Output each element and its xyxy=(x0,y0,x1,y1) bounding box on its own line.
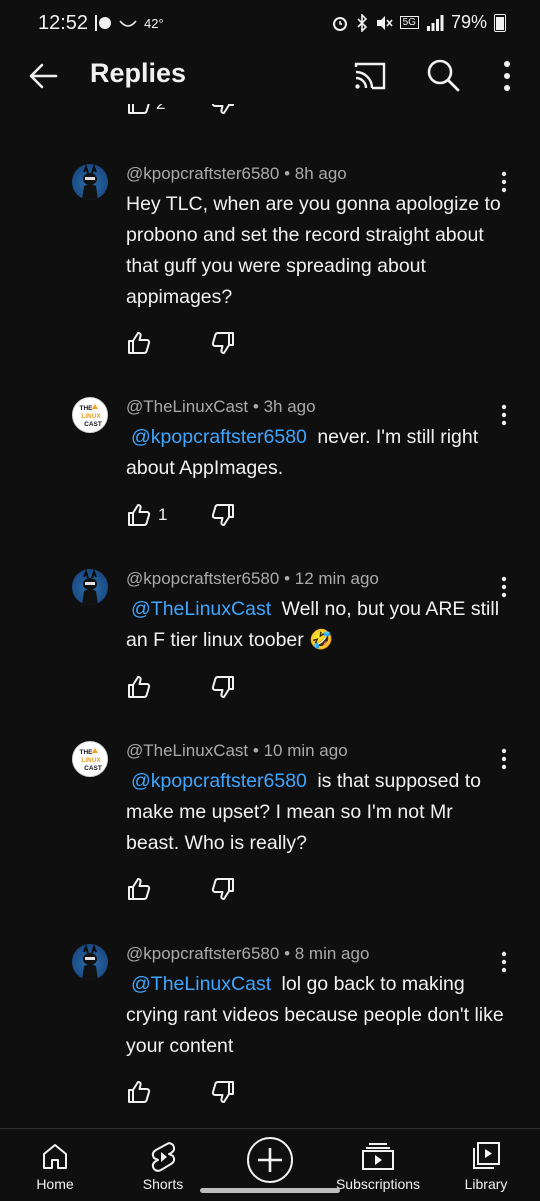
logo-text-cast: CAST xyxy=(84,421,102,428)
comment-meta: @TheLinuxCast • 3h ago xyxy=(126,397,316,416)
cast-icon[interactable] xyxy=(352,58,388,94)
thumbs-down-icon[interactable] xyxy=(210,876,236,902)
ninja-avatar-icon xyxy=(82,164,98,200)
avatar[interactable] xyxy=(72,569,108,605)
comment-time: 8 min ago xyxy=(294,944,370,963)
comment-mention[interactable]: @TheLinuxCast xyxy=(126,598,276,620)
nav-home[interactable]: Home xyxy=(0,1129,110,1201)
library-icon xyxy=(473,1142,500,1169)
comment-time: 3h ago xyxy=(263,397,316,416)
comment-time: 12 min ago xyxy=(294,569,379,588)
thumbs-down-icon[interactable] xyxy=(210,104,236,116)
comment-author[interactable]: @TheLinuxCast xyxy=(126,397,248,416)
comment-text: @TheLinuxCast Well no, but you ARE still… xyxy=(126,594,506,656)
home-icon xyxy=(43,1144,67,1169)
clipped-actions-row: 2 xyxy=(0,104,540,122)
clipped-like-count: 2 xyxy=(156,104,165,114)
nav-home-label: Home xyxy=(36,1176,74,1192)
comment-meta: @kpopcraftster6580 • 8h ago xyxy=(126,164,347,183)
bluetooth-icon xyxy=(357,13,367,32)
mute-icon xyxy=(376,15,393,30)
ninja-avatar-icon xyxy=(82,944,98,980)
subscriptions-icon xyxy=(362,1143,394,1170)
thumbs-up-icon[interactable] xyxy=(126,876,152,902)
status-left-icons: 42° xyxy=(94,14,164,32)
comment-actions xyxy=(126,875,234,903)
thumbs-down-icon[interactable] xyxy=(210,502,236,528)
comment-author[interactable]: @kpopcraftster6580 xyxy=(126,164,279,183)
thumbs-up-icon[interactable] xyxy=(126,674,152,700)
back-arrow-icon[interactable] xyxy=(24,56,64,96)
comment-mention[interactable]: @kpopcraftster6580 xyxy=(126,770,312,792)
linuxcast-logo: THE LINUX CAST xyxy=(80,748,102,772)
avatar[interactable] xyxy=(72,944,108,980)
weather-icon xyxy=(119,20,137,27)
nav-library[interactable]: Library xyxy=(431,1129,540,1201)
comment-mention[interactable]: @kpopcraftster6580 xyxy=(126,426,312,448)
comment-author[interactable]: @kpopcraftster6580 xyxy=(126,944,279,963)
comment-text: @TheLinuxCast lol go back to making cryi… xyxy=(126,969,506,1062)
logo-text-linux: LINUX xyxy=(81,757,101,764)
comment-meta: @TheLinuxCast • 10 min ago xyxy=(126,741,348,760)
logo-text-the: THE xyxy=(80,749,94,756)
app-bar: Replies xyxy=(0,46,540,104)
nav-library-label: Library xyxy=(464,1176,508,1192)
shorts-icon xyxy=(151,1142,176,1172)
create-button[interactable] xyxy=(247,1137,293,1183)
search-icon[interactable] xyxy=(424,56,462,94)
signal-icon xyxy=(426,14,444,31)
more-vert-icon[interactable] xyxy=(492,58,522,94)
comment-actions xyxy=(126,329,234,357)
comment-text: @kpopcraftster6580 never. I'm still righ… xyxy=(126,422,506,484)
comment-text: @kpopcraftster6580 is that supposed to m… xyxy=(126,766,506,859)
battery-percent: 79% xyxy=(450,12,487,32)
ninja-avatar-icon xyxy=(82,569,98,605)
logo-text-cast: CAST xyxy=(84,765,102,772)
comment-actions xyxy=(126,1078,234,1106)
comment-actions: 1 xyxy=(126,501,234,529)
comment-meta: @kpopcraftster6580 • 12 min ago xyxy=(126,569,379,588)
avatar[interactable] xyxy=(72,164,108,200)
comment-meta: @kpopcraftster6580 • 8 min ago xyxy=(126,944,370,963)
gesture-handle[interactable] xyxy=(200,1188,340,1193)
alarm-icon xyxy=(332,16,347,31)
status-bar: 12:52 42° 5G 79% xyxy=(0,0,540,46)
avatar[interactable]: THE LINUX CAST xyxy=(72,741,108,777)
network-type: 5G xyxy=(399,16,419,29)
logo-text-the: THE xyxy=(80,405,94,412)
thumbs-up-icon[interactable] xyxy=(126,104,152,116)
thumbs-down-icon[interactable] xyxy=(210,1079,236,1105)
comment-author[interactable]: @kpopcraftster6580 xyxy=(126,569,279,588)
comment-text: Hey TLC, when are you gonna apologize to… xyxy=(126,189,506,313)
comment-time: 10 min ago xyxy=(263,741,348,760)
linuxcast-logo: THE LINUX CAST xyxy=(80,404,102,428)
status-time: 12:52 xyxy=(38,12,89,34)
media-indicator-icon xyxy=(95,15,111,31)
page-title: Replies xyxy=(90,58,187,88)
plus-icon xyxy=(258,1148,282,1172)
thumbs-up-icon[interactable] xyxy=(126,502,152,528)
battery-icon xyxy=(494,13,506,32)
logo-text-linux: LINUX xyxy=(81,413,101,420)
comment-mention[interactable]: @TheLinuxCast xyxy=(126,973,276,995)
like-count: 1 xyxy=(158,505,168,524)
comment-time: 8h ago xyxy=(294,164,347,183)
comment-actions xyxy=(126,673,234,701)
comment-body: Hey TLC, when are you gonna apologize to… xyxy=(126,193,501,308)
avatar[interactable]: THE LINUX CAST xyxy=(72,397,108,433)
status-right-icons: 5G 79% xyxy=(331,12,506,33)
thumbs-up-icon[interactable] xyxy=(126,330,152,356)
status-temperature: 42° xyxy=(144,15,164,31)
thumbs-down-icon[interactable] xyxy=(210,330,236,356)
comment-author[interactable]: @TheLinuxCast xyxy=(126,741,248,760)
thumbs-down-icon[interactable] xyxy=(210,674,236,700)
thumbs-up-icon[interactable] xyxy=(126,1079,152,1105)
